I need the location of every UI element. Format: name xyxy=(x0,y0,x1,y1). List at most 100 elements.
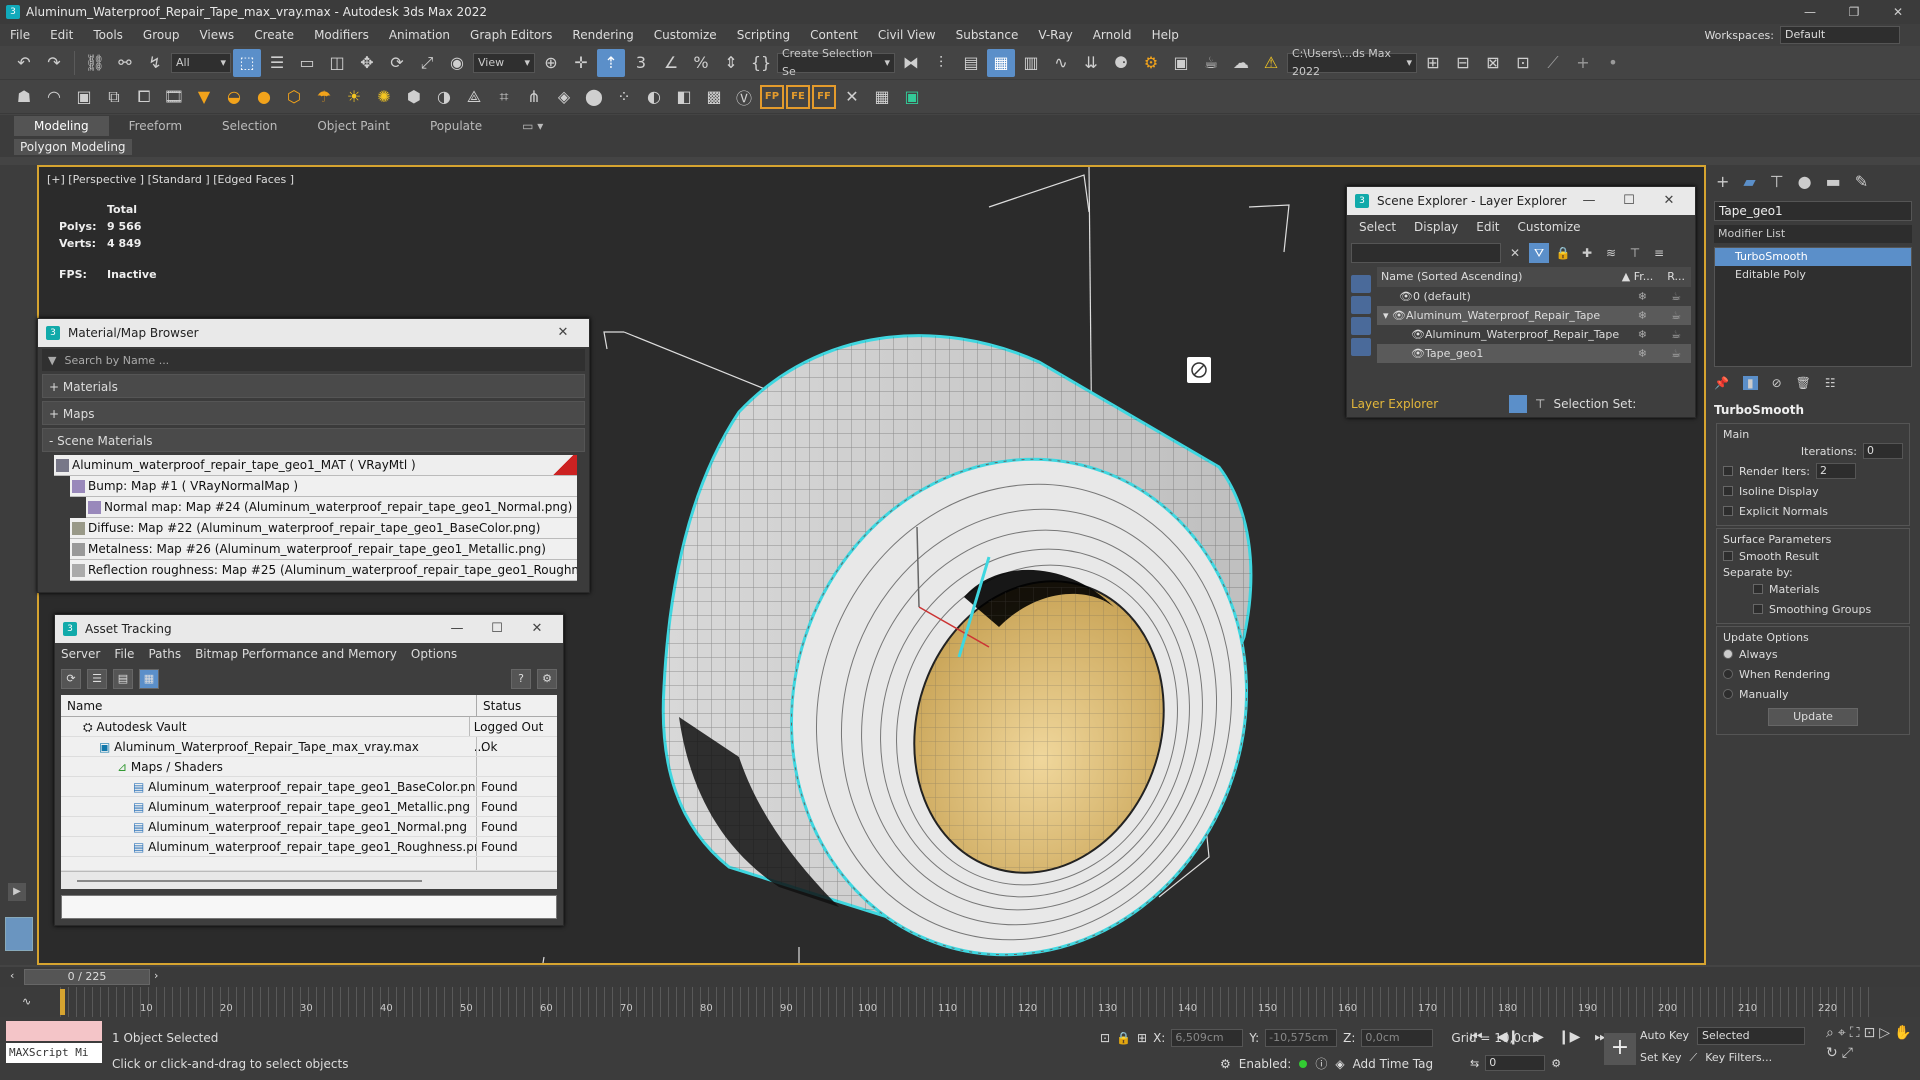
mini-curve-editor-icon[interactable]: ∿ xyxy=(22,995,31,1008)
isolate-selection-icon[interactable]: ⊡ xyxy=(1100,1031,1110,1045)
pan-icon[interactable]: ✋ xyxy=(1894,1025,1911,1041)
modifier-stack-item[interactable]: TurboSmooth xyxy=(1715,248,1911,266)
manually-radio[interactable] xyxy=(1723,689,1733,699)
display-tab-icon[interactable]: ▬ xyxy=(1826,172,1841,191)
vray-material-library-icon[interactable]: ◐ xyxy=(640,83,668,111)
project-folder-dropdown[interactable]: C:\Users\...ds Max 2022 ▾ xyxy=(1287,47,1417,78)
snaps-toggle-icon[interactable]: 3 xyxy=(627,49,655,77)
clear-search-icon[interactable]: ✕ xyxy=(1505,243,1525,263)
key-selection-dropdown[interactable]: Selected xyxy=(1696,1027,1805,1045)
update-button[interactable]: Update xyxy=(1768,708,1858,726)
rectangle-selection-icon[interactable]: ▭ xyxy=(293,49,321,77)
project-settings-icon[interactable]: ⊡ xyxy=(1509,49,1537,77)
vray-multi-material-icon[interactable]: ⁘ xyxy=(610,83,638,111)
enabled-indicator-icon[interactable] xyxy=(1299,1059,1308,1068)
column-header-render[interactable]: R... xyxy=(1667,267,1685,287)
menu-paths[interactable]: Paths xyxy=(148,647,181,661)
placement-icon[interactable]: ◉ xyxy=(443,49,471,77)
eye-icon[interactable]: 👁 xyxy=(1377,344,1425,363)
cube-icon[interactable]: ⧉ xyxy=(100,83,128,111)
vray-volume-icon[interactable]: ◈ xyxy=(550,83,578,111)
align-icon[interactable]: ⫶ xyxy=(927,49,955,77)
menu-tools[interactable]: Tools xyxy=(83,24,133,46)
edit-named-selection-icon[interactable]: {} xyxy=(747,49,775,77)
configure-sets-icon[interactable]: ☷ xyxy=(1825,376,1836,390)
scrollbar-thumb[interactable] xyxy=(77,880,422,882)
materials-checkbox[interactable] xyxy=(1753,584,1763,594)
teapot-icon[interactable]: ☗ xyxy=(10,83,38,111)
menu-file[interactable]: File xyxy=(0,24,40,46)
ribbon-options-icon[interactable]: ▭ ▾ xyxy=(502,116,563,136)
minimize-button[interactable]: — xyxy=(1788,0,1832,24)
object-row[interactable]: 👁 Aluminum_Waterproof_Repair_Tape ❄ ☕ xyxy=(1377,325,1691,344)
expand-icon[interactable]: ▾ 👁 xyxy=(1377,306,1406,325)
vray-frame-buffer-icon[interactable]: ▩ xyxy=(700,83,728,111)
play-icon[interactable]: ▶ xyxy=(1533,1029,1544,1045)
material-row[interactable]: Reflection roughness: Map #25 (Aluminum_… xyxy=(70,560,577,581)
menu-rendering[interactable]: Rendering xyxy=(562,24,643,46)
section-maps[interactable]: + Maps xyxy=(42,401,585,425)
render-icon[interactable]: ☕ xyxy=(1671,287,1681,306)
explorer-type-dropdown[interactable]: Layer Explorer xyxy=(1351,397,1501,411)
asset-tracking-titlebar[interactable]: 3 Asset Tracking — ☐ ✕ xyxy=(55,615,563,643)
zoom-all-icon[interactable]: ⌖ xyxy=(1838,1025,1846,1041)
tools-cross-icon[interactable]: ✕ xyxy=(838,83,866,111)
schematic-view-icon[interactable]: ⇊ xyxy=(1077,49,1105,77)
maximize-button[interactable]: ❐ xyxy=(1832,0,1876,24)
y-coordinate-field[interactable]: -10,575cm xyxy=(1265,1029,1338,1047)
column-header-status[interactable]: Status xyxy=(477,695,521,716)
reference-coord-dropdown[interactable]: View ▾ xyxy=(473,52,535,73)
render-cloud-icon[interactable]: ☁ xyxy=(1227,49,1255,77)
maxscript-listener[interactable]: MAXScript Mi xyxy=(6,1021,102,1065)
curve-editor-icon[interactable]: ∿ xyxy=(1047,49,1075,77)
table-row[interactable]: ▤ Aluminum_waterproof_repair_tape_geo1_B… xyxy=(61,777,557,797)
column-header-name[interactable]: Name xyxy=(61,695,477,716)
polygon-modeling-label[interactable]: Polygon Modeling xyxy=(14,139,132,155)
menu-file[interactable]: File xyxy=(114,647,134,661)
menu-substance[interactable]: Substance xyxy=(946,24,1029,46)
tab-freeform[interactable]: Freeform xyxy=(109,116,202,136)
grid-view-icon[interactable]: ▦ xyxy=(139,669,159,689)
arc-icon[interactable]: ◠ xyxy=(40,83,68,111)
tab-populate[interactable]: Populate xyxy=(410,116,502,136)
viewport-layout-thumbnail[interactable] xyxy=(5,917,33,951)
key-mode-icon[interactable]: ⇆ xyxy=(1470,1057,1479,1070)
time-next-icon[interactable]: › xyxy=(154,969,158,982)
material-row[interactable]: Metalness: Map #26 (Aluminum_waterproof_… xyxy=(70,539,577,560)
material-row[interactable]: Diffuse: Map #22 (Aluminum_waterproof_re… xyxy=(70,518,577,539)
layer-row[interactable]: ▾ 👁 Aluminum_Waterproof_Repair_Tape ❄ ☕ xyxy=(1377,306,1691,325)
project-new-icon[interactable]: ⊠ xyxy=(1479,49,1507,77)
ff-icon[interactable]: FF xyxy=(812,84,836,109)
vray-convert-icon[interactable]: ◧ xyxy=(670,83,698,111)
maxscript-input[interactable]: MAXScript Mi xyxy=(6,1043,102,1063)
refresh-icon[interactable]: ⟳ xyxy=(61,669,81,689)
modifier-list-dropdown[interactable]: Modifier List xyxy=(1714,225,1912,243)
fe-icon[interactable]: FE xyxy=(786,84,810,109)
lock-icon[interactable]: 🔒 xyxy=(1553,243,1573,263)
object-row[interactable]: 👁 Tape_geo1 ❄ ☕ xyxy=(1377,344,1691,363)
render-iters-spinner[interactable]: 2 xyxy=(1815,463,1856,479)
menu-help[interactable]: Help xyxy=(1142,24,1189,46)
zoom-extents-icon[interactable]: ⛶ xyxy=(1850,1025,1860,1041)
table-row[interactable]: ⛭ Autodesk Vault Logged Out ... xyxy=(61,717,557,754)
utilities-tab-icon[interactable]: ✎ xyxy=(1855,172,1868,191)
pivot-icon[interactable]: ⊕ xyxy=(537,49,565,77)
scene-explorer-icon[interactable]: ▤ xyxy=(957,49,985,77)
vray-sphere-light-icon[interactable]: ● xyxy=(250,83,278,111)
menu-display[interactable]: Display xyxy=(1414,220,1458,234)
menu-arnold[interactable]: Arnold xyxy=(1083,24,1142,46)
display-object-icon[interactable] xyxy=(1351,275,1371,293)
list-view-icon[interactable]: ☰ xyxy=(87,669,107,689)
layer-stack-icon[interactable]: ≋ xyxy=(1601,243,1621,263)
set-key-big-icon[interactable]: + xyxy=(1604,1033,1636,1065)
eye-icon[interactable]: 👁 xyxy=(1377,325,1425,344)
key-filter-icon[interactable]: ⟋ xyxy=(1690,1047,1698,1069)
scene-search-input[interactable] xyxy=(1351,243,1501,263)
undo-icon[interactable]: ↶ xyxy=(10,49,38,77)
current-frame-field[interactable]: 0 xyxy=(1485,1055,1546,1071)
time-tag-icon[interactable]: ◈ xyxy=(1335,1057,1344,1071)
tab-modeling[interactable]: Modeling xyxy=(14,116,109,136)
close-button[interactable]: ✕ xyxy=(1876,0,1920,24)
render-production-icon[interactable]: ☕ xyxy=(1197,49,1225,77)
tab-selection[interactable]: Selection xyxy=(202,116,297,136)
